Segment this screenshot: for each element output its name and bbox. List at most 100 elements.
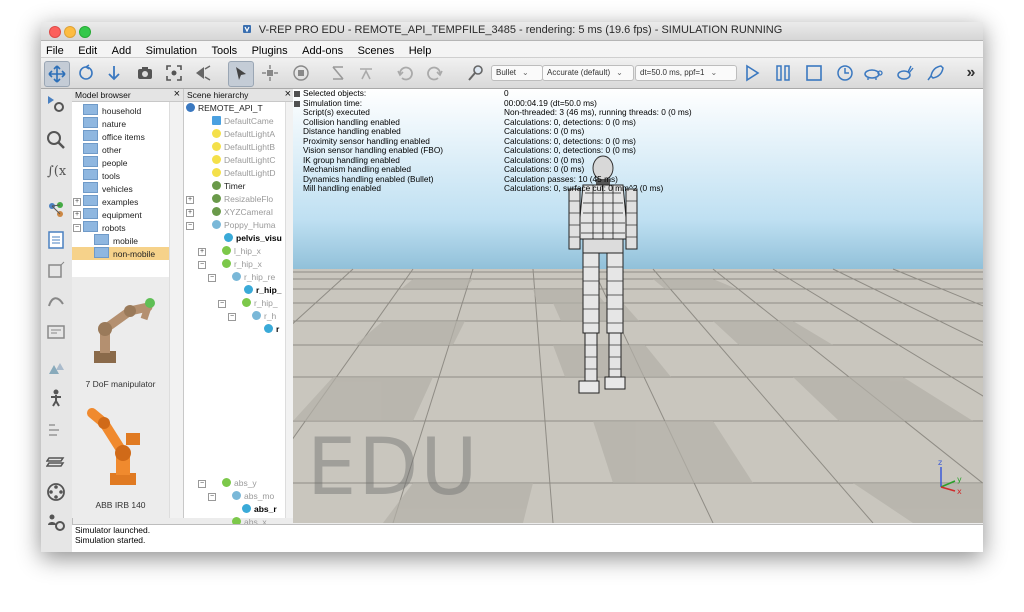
collections-button[interactable] bbox=[45, 199, 67, 221]
pause-simulation-button[interactable] bbox=[771, 61, 795, 85]
real-time-button[interactable] bbox=[833, 61, 857, 85]
thread-rendering-button[interactable] bbox=[923, 61, 947, 85]
tree-expand-toggle[interactable]: + bbox=[186, 209, 194, 217]
close-model-browser-button[interactable]: × bbox=[174, 88, 180, 100]
camera-pan-button[interactable] bbox=[44, 61, 70, 87]
tree-expand-toggle[interactable]: + bbox=[186, 196, 194, 204]
folder-robots[interactable]: robots bbox=[83, 221, 126, 234]
click-selection-button[interactable] bbox=[228, 61, 254, 87]
menu-add[interactable]: Add bbox=[107, 44, 137, 57]
folder-office-items[interactable]: office items bbox=[83, 130, 145, 143]
scene-node[interactable]: l_hip_x bbox=[222, 245, 261, 257]
path-edit-button[interactable] bbox=[45, 289, 67, 311]
menu-file[interactable]: File bbox=[41, 44, 69, 57]
robot-figure-button[interactable] bbox=[45, 387, 67, 409]
collapse-robots-toggle[interactable]: − bbox=[73, 224, 81, 232]
model-browser-scrollbar[interactable] bbox=[169, 102, 184, 518]
scene-node[interactable]: r_hip_re bbox=[232, 271, 275, 283]
scene-node[interactable]: abs_y bbox=[222, 477, 257, 489]
scene-node[interactable]: r_h bbox=[252, 310, 276, 322]
camera-view-button[interactable] bbox=[133, 61, 157, 85]
folder-vehicles[interactable]: vehicles bbox=[83, 182, 133, 195]
dynamics-settings-button[interactable] bbox=[464, 61, 488, 85]
scene-node[interactable]: DefaultLightC bbox=[212, 154, 276, 166]
folder-tools[interactable]: tools bbox=[83, 169, 120, 182]
scene-node[interactable]: ResizableFlo bbox=[212, 193, 273, 205]
menu-plugins[interactable]: Plugins bbox=[247, 44, 293, 57]
scene-node[interactable]: r_hip_x bbox=[222, 258, 262, 270]
scene-node[interactable]: abs_mo bbox=[232, 490, 274, 502]
stop-simulation-button[interactable] bbox=[802, 61, 826, 85]
scene-viewport[interactable]: z y x EDU Selected objects: 0 Simulation t… bbox=[293, 89, 983, 523]
tree-collapse-toggle[interactable]: − bbox=[208, 493, 216, 501]
video-recorder-button[interactable] bbox=[45, 481, 67, 503]
undo-button[interactable] bbox=[393, 61, 417, 85]
tree-collapse-toggle[interactable]: − bbox=[208, 274, 216, 282]
folder-other[interactable]: other bbox=[83, 143, 121, 156]
scene-node[interactable]: XYZCameraI bbox=[212, 206, 273, 218]
pages-button[interactable] bbox=[45, 451, 67, 473]
menu-simulation[interactable]: Simulation bbox=[141, 44, 202, 57]
info-toggle-icon[interactable] bbox=[294, 91, 300, 97]
scene-node[interactable]: DefaultLightD bbox=[212, 167, 276, 179]
folder-equipment[interactable]: equipment bbox=[83, 208, 142, 221]
scene-node[interactable]: REMOTE_API_T bbox=[186, 102, 263, 114]
folder-nature[interactable]: nature bbox=[83, 117, 126, 130]
slower-button[interactable] bbox=[861, 61, 885, 85]
scene-node[interactable]: abs_r bbox=[242, 503, 277, 515]
abb-irb140-thumbnail[interactable] bbox=[82, 403, 160, 489]
tree-collapse-toggle[interactable]: − bbox=[198, 480, 206, 488]
layers-button[interactable] bbox=[45, 321, 67, 343]
scripts-button[interactable]: ∫(x) bbox=[45, 159, 67, 181]
scene-node[interactable]: pelvis_visu bbox=[224, 232, 282, 244]
scene-node[interactable]: r_hip_ bbox=[244, 284, 282, 296]
redo-button[interactable] bbox=[423, 61, 447, 85]
folder-mobile[interactable]: mobile bbox=[94, 234, 138, 247]
object-properties-button[interactable] bbox=[45, 93, 67, 115]
selection-dialog-button[interactable] bbox=[45, 229, 67, 251]
folder-examples[interactable]: examples bbox=[83, 195, 138, 208]
menu-scenes[interactable]: Scenes bbox=[353, 44, 400, 57]
folder-people[interactable]: people bbox=[83, 156, 128, 169]
menu-addons[interactable]: Add-ons bbox=[297, 44, 348, 57]
folder-non-mobile[interactable]: non-mobile bbox=[72, 247, 169, 260]
fit-to-view-button[interactable] bbox=[162, 61, 186, 85]
tree-collapse-toggle[interactable]: − bbox=[228, 313, 236, 321]
scene-node[interactable]: DefaultLightA bbox=[212, 128, 275, 140]
7dof-manipulator-thumbnail[interactable] bbox=[80, 289, 160, 369]
folder-household[interactable]: household bbox=[83, 104, 141, 117]
menu-tools[interactable]: Tools bbox=[206, 44, 242, 57]
scene-node[interactable]: DefaultLightB bbox=[212, 141, 275, 153]
accuracy-select[interactable]: Accurate (default) ⌄ bbox=[542, 65, 634, 81]
tree-collapse-toggle[interactable]: − bbox=[218, 300, 226, 308]
expand-examples-toggle[interactable]: + bbox=[73, 198, 81, 206]
timeline-button[interactable] bbox=[45, 419, 67, 441]
transfer-dna-button[interactable] bbox=[354, 61, 378, 85]
physics-engine-select[interactable]: Bullet ⌄ bbox=[491, 65, 543, 81]
camera-angle-button[interactable] bbox=[191, 61, 215, 85]
start-simulation-button[interactable] bbox=[740, 61, 764, 85]
scene-node[interactable]: DefaultCame bbox=[212, 115, 274, 127]
scene-node[interactable]: Timer bbox=[212, 180, 245, 192]
close-scene-hierarchy-button[interactable]: × bbox=[285, 88, 291, 100]
camera-rotate-button[interactable] bbox=[74, 61, 98, 85]
object-rotate-button[interactable] bbox=[289, 61, 313, 85]
triangles-button[interactable] bbox=[45, 357, 67, 379]
timestep-select[interactable]: dt=50.0 ms, ppf=1 ⌄ bbox=[635, 65, 737, 81]
tree-collapse-toggle[interactable]: − bbox=[198, 261, 206, 269]
menu-help[interactable]: Help bbox=[404, 44, 437, 57]
object-shift-button[interactable] bbox=[258, 61, 282, 85]
user-settings-button[interactable] bbox=[45, 511, 67, 533]
scene-node[interactable]: r bbox=[264, 323, 279, 335]
faster-button[interactable] bbox=[892, 61, 916, 85]
scene-node[interactable]: r_hip_ bbox=[242, 297, 278, 309]
toolbar-overflow-button[interactable]: » bbox=[959, 61, 983, 85]
expand-equipment-toggle[interactable]: + bbox=[73, 211, 81, 219]
tree-collapse-toggle[interactable]: − bbox=[186, 222, 194, 230]
menu-edit[interactable]: Edit bbox=[73, 44, 102, 57]
info-toggle-icon[interactable] bbox=[294, 100, 300, 107]
shape-edit-button[interactable] bbox=[45, 259, 67, 281]
calculation-modules-button[interactable] bbox=[45, 129, 67, 151]
camera-shift-button[interactable] bbox=[102, 61, 126, 85]
scene-node[interactable]: Poppy_Huma bbox=[212, 219, 276, 231]
